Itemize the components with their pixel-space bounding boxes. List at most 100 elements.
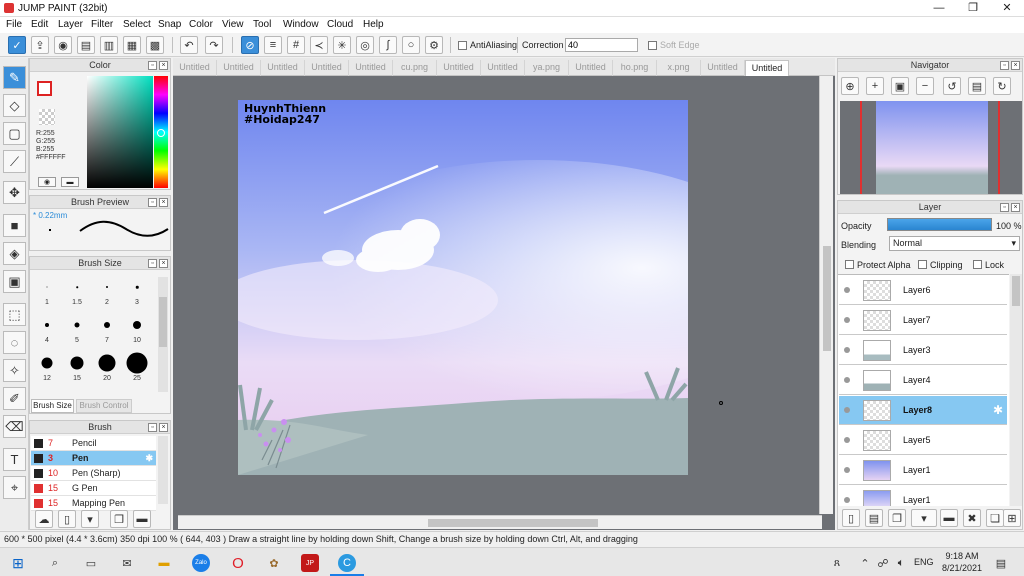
redo-icon[interactable]: ↷: [205, 36, 223, 54]
grid-icon[interactable]: ▩: [146, 36, 164, 54]
tab-document[interactable]: Untitled: [349, 60, 393, 76]
panel-close-icon[interactable]: ×: [159, 423, 168, 432]
panel-float-icon[interactable]: ▫: [148, 61, 157, 70]
snap-off-icon[interactable]: ⊘: [241, 36, 259, 54]
panel-float-icon[interactable]: ▫: [148, 423, 157, 432]
brush-size-option[interactable]: 25: [122, 349, 152, 385]
reset-view-icon[interactable]: ▤: [968, 77, 986, 95]
tab-document[interactable]: ho.png: [613, 60, 657, 76]
brush-duplicate-icon[interactable]: ❐: [110, 510, 128, 528]
visibility-icon[interactable]: [844, 347, 850, 353]
correction-input[interactable]: [565, 38, 638, 52]
tab-document[interactable]: Untitled: [569, 60, 613, 76]
layer-menu-icon[interactable]: ▾: [911, 509, 937, 527]
mail-icon[interactable]: ✉: [118, 554, 136, 572]
layer-row[interactable]: Layer3: [839, 336, 1007, 365]
gear-icon[interactable]: ✱: [145, 451, 153, 466]
antialias-checkbox[interactable]: [458, 41, 467, 50]
brush-item[interactable]: 3 Pen ✱: [31, 451, 156, 466]
task-view-icon[interactable]: ▭: [82, 554, 100, 572]
layer-row[interactable]: Layer4: [839, 366, 1007, 395]
snap-ellipse-icon[interactable]: ○: [402, 36, 420, 54]
visibility-icon[interactable]: [844, 317, 850, 323]
menu-filter[interactable]: Filter: [91, 19, 113, 30]
brush-size-option[interactable]: 15: [62, 349, 92, 385]
opacity-slider[interactable]: [887, 218, 992, 231]
layer-row[interactable]: Layer6: [839, 276, 1007, 305]
brush-size-option[interactable]: 1: [32, 273, 62, 309]
magic-wand-tool-icon[interactable]: ✧: [3, 359, 26, 382]
brush-size-option[interactable]: 10: [122, 311, 152, 347]
tab-brush-control[interactable]: Brush Control: [76, 399, 132, 413]
new-layer-icon[interactable]: ▯: [842, 509, 860, 527]
tab-document[interactable]: cu.png: [393, 60, 437, 76]
rotate-right-icon[interactable]: ↻: [993, 77, 1011, 95]
brush-size-option[interactable]: 4: [32, 311, 62, 347]
gear-icon[interactable]: ✱: [993, 403, 1003, 417]
visibility-icon[interactable]: [844, 437, 850, 443]
brush-size-option[interactable]: 2: [92, 273, 122, 309]
snap-radial-icon[interactable]: ✳: [333, 36, 351, 54]
text-tool-icon[interactable]: T: [3, 448, 26, 471]
menu-tool[interactable]: Tool: [253, 19, 271, 30]
panel-close-icon[interactable]: ×: [1011, 61, 1020, 70]
people-icon[interactable]: ጸ: [828, 554, 846, 572]
vertical-scrollbar[interactable]: [819, 76, 833, 514]
zoom-in-icon[interactable]: +: [866, 77, 884, 95]
select-rect-tool-icon[interactable]: ▢: [3, 122, 26, 145]
transparent-color-swatch[interactable]: [39, 109, 55, 125]
comment-icon[interactable]: ◉: [54, 36, 72, 54]
volume-icon[interactable]: 🔈︎: [892, 554, 910, 572]
layer-row[interactable]: Layer8 ✱: [839, 396, 1007, 425]
layer-delete-icon[interactable]: ✖: [963, 509, 981, 527]
brush-size-option[interactable]: 1.5: [62, 273, 92, 309]
menu-file[interactable]: File: [6, 19, 22, 30]
hue-slider-handle[interactable]: [157, 129, 165, 137]
snap-grid-icon[interactable]: #: [287, 36, 305, 54]
brush-size-option[interactable]: 3: [122, 273, 152, 309]
rotate-left-icon[interactable]: ↺: [943, 77, 961, 95]
soft-edge-checkbox[interactable]: [648, 41, 657, 50]
maximize-button[interactable]: ❐: [956, 0, 990, 17]
brush-item[interactable]: 7 Pencil: [31, 436, 156, 451]
navigator-preview[interactable]: [840, 101, 1022, 194]
panel-close-icon[interactable]: ×: [159, 61, 168, 70]
zalo-icon[interactable]: Zalo: [192, 554, 210, 572]
jump-paint-icon[interactable]: JP: [301, 554, 319, 572]
tab-document[interactable]: Untitled: [701, 60, 745, 76]
eyedropper-tool-icon[interactable]: ⌖: [3, 476, 26, 499]
zoom-fit-icon[interactable]: ⊕: [841, 77, 859, 95]
windows-start-icon[interactable]: ⊞: [9, 554, 27, 572]
snap-curve-icon[interactable]: ∫: [379, 36, 397, 54]
menu-snap[interactable]: Snap: [158, 19, 181, 30]
snap-parallel-icon[interactable]: ≡: [264, 36, 282, 54]
new-brush-icon[interactable]: ▯: [58, 510, 76, 528]
menu-select[interactable]: Select: [123, 19, 151, 30]
saturation-value-picker[interactable]: [87, 76, 153, 188]
horizontal-scrollbar[interactable]: [178, 515, 822, 529]
layer-row[interactable]: Layer5: [839, 426, 1007, 455]
language-indicator[interactable]: ENG: [914, 557, 934, 567]
menu-color[interactable]: Color: [189, 19, 213, 30]
select-pen-tool-icon[interactable]: ✐: [3, 387, 26, 410]
tab-document[interactable]: x.png: [657, 60, 701, 76]
document-icon[interactable]: ▥: [100, 36, 118, 54]
panel-close-icon[interactable]: ×: [159, 259, 168, 268]
brush-list-scrollbar[interactable]: [158, 436, 168, 504]
tab-document[interactable]: Untitled: [481, 60, 525, 76]
layer-row[interactable]: Layer1: [839, 486, 1007, 506]
snap-settings-icon[interactable]: ⚙: [425, 36, 443, 54]
search-icon[interactable]: ⌕: [46, 554, 64, 572]
brush-size-option[interactable]: 12: [32, 349, 62, 385]
panel-close-icon[interactable]: ×: [1011, 203, 1020, 212]
tab-document[interactable]: Untitled: [173, 60, 217, 76]
clipping-checkbox[interactable]: [918, 260, 927, 269]
tray-chevron-up-icon[interactable]: ⌃: [856, 554, 874, 572]
minimize-button[interactable]: —: [922, 0, 956, 17]
layer-scrollbar[interactable]: [1010, 274, 1022, 506]
select-eraser-tool-icon[interactable]: ⌫: [3, 415, 26, 438]
zoom-actual-icon[interactable]: ▣: [891, 77, 909, 95]
opera-icon[interactable]: O: [229, 554, 247, 572]
layer-row[interactable]: Layer7: [839, 306, 1007, 335]
menu-edit[interactable]: Edit: [31, 19, 48, 30]
